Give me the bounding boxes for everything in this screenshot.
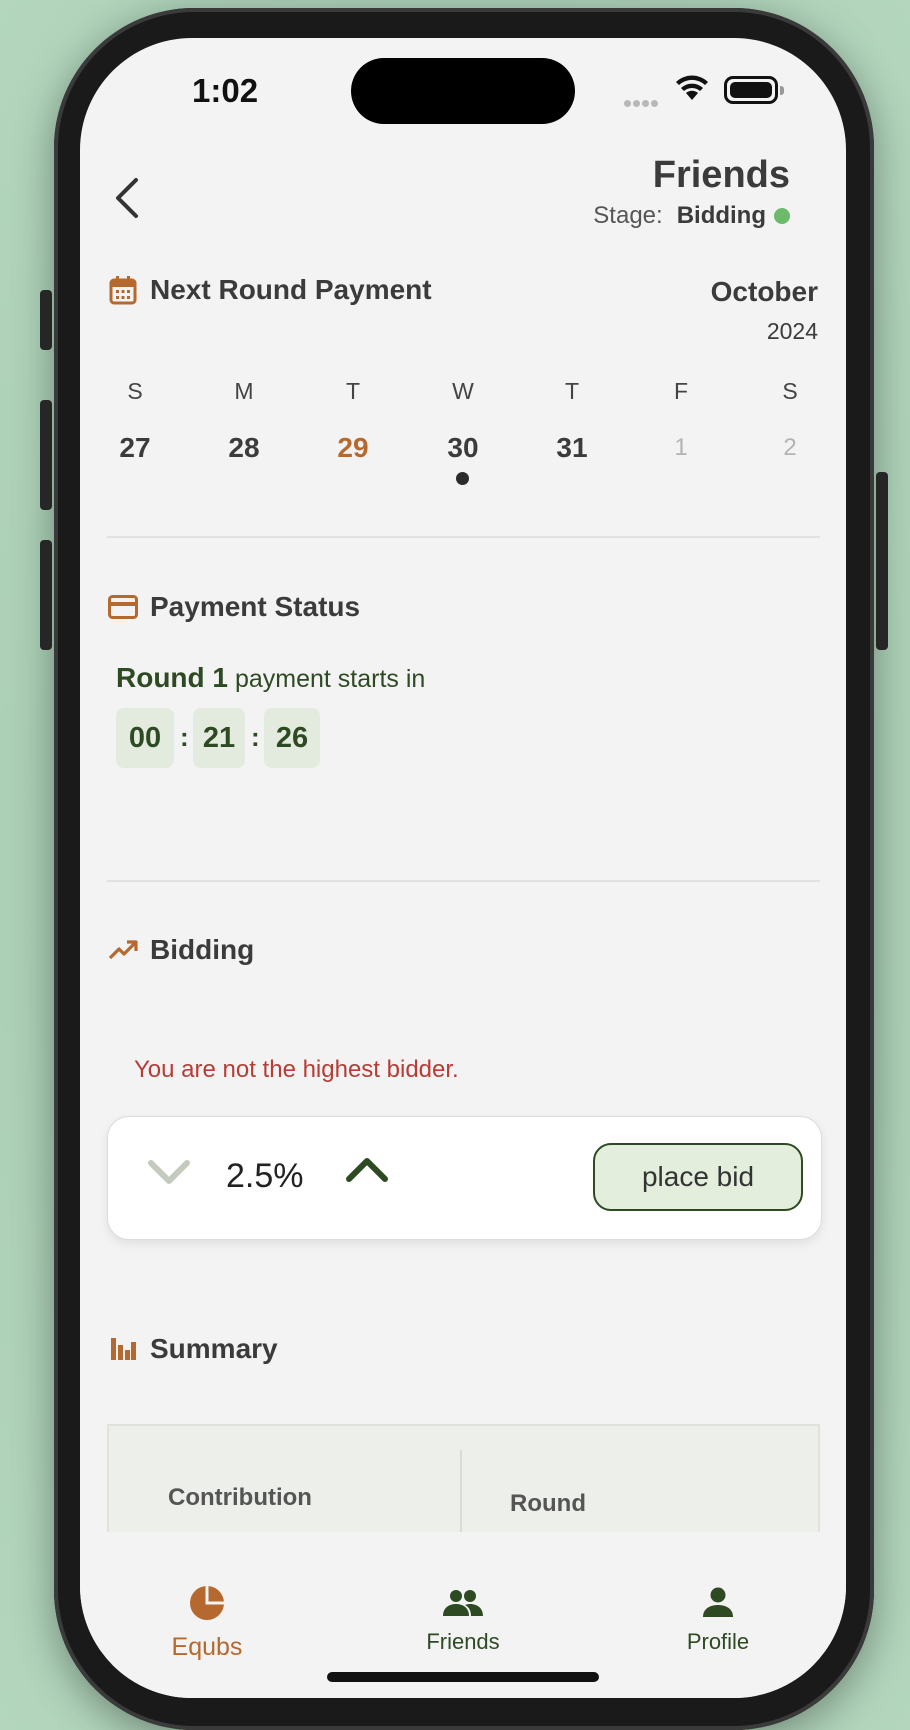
person-icon: [703, 1587, 733, 1617]
home-indicator[interactable]: [327, 1672, 599, 1682]
wifi-icon: [676, 75, 708, 100]
bid-control-card: 2.5% place bid: [107, 1116, 822, 1240]
calendar-icon: [108, 275, 138, 305]
calendar-day[interactable]: 31: [532, 432, 612, 464]
weekday-label: S: [127, 378, 143, 404]
calendar-day-payment[interactable]: 30: [423, 432, 503, 464]
power-button: [876, 472, 888, 650]
stage-indicator: Stage: Bidding: [593, 202, 790, 230]
weekday-label: W: [452, 378, 474, 404]
stage-label: Stage:: [593, 202, 663, 229]
phone-screen: 1:02 Friends Stage: Bidding Next Round P…: [80, 38, 846, 1698]
next-round-title: Next Round Payment: [150, 274, 432, 305]
tab-equbs-label: Equbs: [171, 1633, 243, 1661]
tab-friends-label: Friends: [426, 1629, 500, 1654]
payment-status-header: Payment Status: [108, 591, 360, 623]
weekday-label: S: [782, 378, 798, 404]
place-bid-button[interactable]: place bid: [593, 1143, 803, 1211]
increase-bid-chevron-up-icon[interactable]: [344, 1155, 390, 1185]
dynamic-island: [351, 58, 575, 124]
battery-icon: [724, 76, 784, 104]
bidding-title: Bidding: [150, 934, 255, 965]
bidding-header: Bidding: [108, 934, 254, 966]
calendar-month: October: [710, 276, 818, 307]
stage-value: Bidding: [676, 202, 766, 229]
round-info: Round 1 payment starts in: [116, 662, 425, 694]
calendar-day-next-month[interactable]: 1: [641, 434, 721, 462]
tab-friends[interactable]: Friends: [373, 1588, 553, 1655]
countdown-separator: :: [251, 722, 260, 752]
decrease-bid-chevron-down-icon[interactable]: [146, 1157, 192, 1187]
summary-round-label: Round: [510, 1490, 586, 1517]
stage-status-dot: [774, 208, 790, 224]
section-divider: [107, 536, 820, 538]
weekday-label: T: [564, 378, 580, 404]
trending-up-icon: [108, 935, 138, 965]
weekday-label: F: [673, 378, 689, 404]
next-round-header: Next Round Payment: [108, 274, 432, 306]
countdown-seconds: 26: [264, 708, 320, 768]
countdown-hours: 00: [116, 708, 174, 768]
calendar-day-today[interactable]: 29: [313, 432, 393, 464]
tab-profile-label: Profile: [686, 1629, 750, 1654]
volume-down-button: [40, 540, 52, 650]
payment-event-dot: [456, 472, 469, 485]
calendar-day-next-month[interactable]: 2: [750, 434, 830, 462]
round-starts-text: payment starts in: [234, 665, 426, 693]
tab-profile[interactable]: Profile: [628, 1586, 808, 1655]
section-divider: [107, 880, 820, 882]
back-chevron-icon[interactable]: [110, 174, 144, 222]
weekday-label: T: [345, 378, 361, 404]
calendar-day[interactable]: 28: [204, 432, 284, 464]
bid-value: 2.5%: [226, 1157, 304, 1195]
calendar-day[interactable]: 27: [95, 432, 175, 464]
mute-switch: [40, 290, 52, 350]
payment-status-title: Payment Status: [150, 591, 361, 622]
summary-title: Summary: [150, 1333, 278, 1364]
summary-contribution-label: Contribution: [168, 1484, 312, 1511]
credit-card-icon: [108, 592, 138, 622]
countdown-minutes: 21: [193, 708, 245, 768]
volume-up-button: [40, 400, 52, 510]
cellular-signal-icon: [624, 94, 660, 112]
summary-header: Summary: [108, 1333, 278, 1365]
page-title: Friends: [652, 154, 790, 196]
bar-chart-icon: [108, 1334, 138, 1364]
weekday-label: M: [234, 378, 254, 404]
countdown-separator: :: [180, 722, 189, 752]
bid-error-message: You are not the highest bidder.: [134, 1056, 459, 1083]
status-time: 1:02: [192, 72, 259, 109]
calendar-year: 2024: [766, 318, 818, 344]
group-icon: [443, 1590, 483, 1616]
round-label: Round 1: [116, 662, 228, 693]
pie-chart-icon: [190, 1586, 224, 1620]
summary-column-divider: [460, 1450, 462, 1544]
tab-equbs[interactable]: Equbs: [117, 1584, 297, 1662]
